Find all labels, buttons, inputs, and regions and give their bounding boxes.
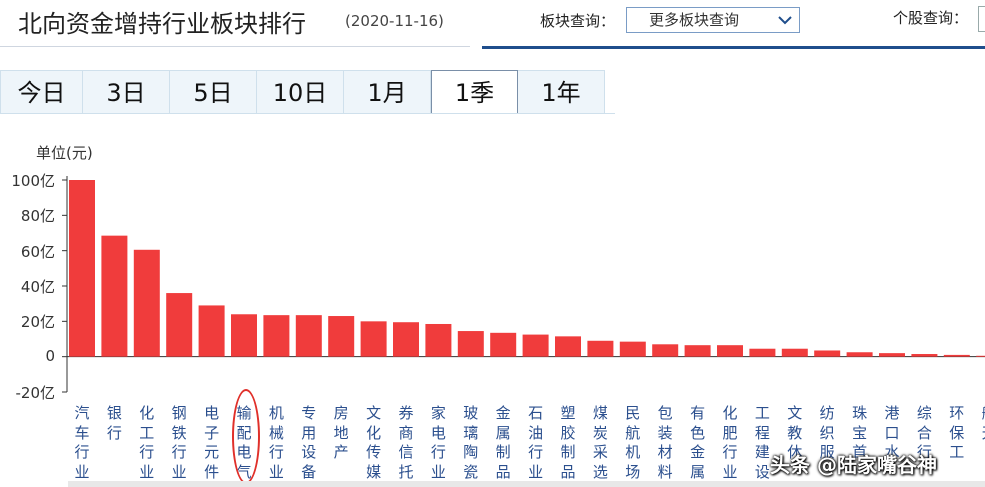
y-tick-label: 20亿 (20, 313, 55, 332)
bar (879, 353, 905, 357)
category-label[interactable]: 民航机场 (623, 404, 643, 482)
y-tick-label: -20亿 (15, 384, 56, 402)
bar (619, 341, 646, 357)
category-label[interactable]: 化工行业 (137, 404, 157, 482)
bar (846, 352, 873, 357)
category-label[interactable]: 家电行业 (428, 404, 448, 482)
bar (457, 331, 484, 357)
y-tick-label: 0 (45, 346, 55, 365)
y-tick-label: 40亿 (20, 278, 55, 296)
bar (425, 323, 452, 357)
category-label[interactable]: 航天 (979, 404, 985, 443)
bar (166, 293, 193, 357)
chart-scrollbar[interactable] (68, 481, 985, 487)
category-label[interactable]: 钢铁行业 (169, 404, 189, 482)
bar (101, 235, 128, 357)
category-label[interactable]: 有色金属 (688, 404, 708, 482)
category-label[interactable]: 玻璃陶瓷 (461, 404, 481, 482)
category-label[interactable]: 房地产 (331, 404, 351, 463)
bar (911, 354, 938, 357)
category-label[interactable]: 塑胶制品 (558, 404, 578, 482)
category-label[interactable]: 专用设备 (299, 404, 319, 482)
bar (69, 180, 95, 357)
category-label[interactable]: 金属制品 (493, 404, 513, 482)
highlight-circle (232, 389, 260, 484)
bar (717, 345, 743, 357)
bar (652, 344, 679, 357)
bar (490, 332, 517, 357)
bar (231, 314, 257, 357)
category-label[interactable]: 机械行业 (266, 404, 286, 482)
category-label[interactable]: 石油行业 (526, 404, 546, 482)
category-label[interactable]: 券商信托 (396, 404, 416, 482)
y-tick-label: 60亿 (20, 242, 55, 261)
bar (263, 315, 290, 357)
bar (587, 340, 614, 357)
category-label[interactable]: 汽车行业 (72, 404, 92, 482)
bar (133, 249, 160, 357)
category-label[interactable]: 文化传媒 (364, 404, 384, 482)
y-tick-label: 80亿 (20, 207, 55, 226)
category-label[interactable]: 煤炭采选 (590, 404, 610, 482)
bar (943, 354, 970, 357)
bar (976, 355, 985, 357)
category-label[interactable]: 包装材料 (655, 404, 675, 482)
bar (781, 348, 808, 357)
bar (393, 322, 419, 357)
bar (814, 350, 841, 357)
bar (295, 315, 322, 357)
bar (522, 334, 549, 357)
category-label[interactable]: 化肥行业 (720, 404, 740, 482)
bar (749, 348, 776, 357)
bar (360, 321, 387, 357)
category-label[interactable]: 银行 (104, 404, 124, 443)
bar (328, 316, 355, 357)
bar (684, 345, 711, 357)
y-tick-label: 100亿 (11, 172, 55, 190)
watermark: 头条 @陆家嘴谷神 (770, 453, 937, 477)
category-label[interactable]: 电子元件 (202, 404, 222, 482)
category-label[interactable]: 环保工 (947, 404, 967, 463)
bar (555, 336, 581, 357)
bar (198, 305, 225, 357)
